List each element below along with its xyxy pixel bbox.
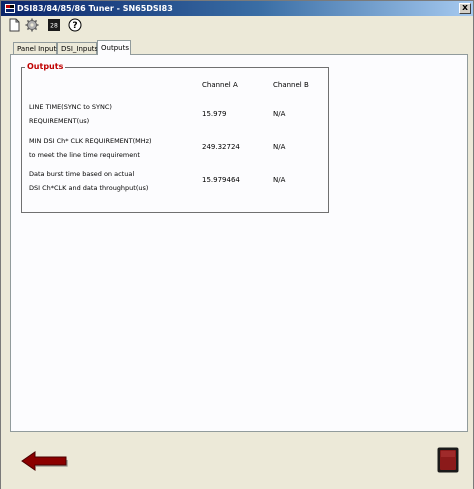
value-line-time-channel-a: 15.979 <box>202 110 227 118</box>
close-button[interactable]: x <box>459 3 471 14</box>
tab-panel: Outputs Channel A Channel B LINE TIME(SY… <box>10 54 468 432</box>
row-label-line-1: MIN DSI Ch* CLK REQUIREMENT(MHz) <box>29 137 152 145</box>
toolbar: 28 ? <box>1 16 473 34</box>
value-line-time-channel-b: N/A <box>273 110 286 118</box>
value-data-burst-time-channel-a: 15.979464 <box>202 176 240 184</box>
column-header-channel-a: Channel A <box>202 81 238 89</box>
bottom-bar <box>1 433 473 489</box>
app-window: DSI83/84/85/86 Tuner - SN65DSI83 x 28 ? <box>0 0 474 489</box>
row-label-line-1: LINE TIME(SYNC to SYNC) <box>29 103 112 111</box>
chip-icon[interactable]: 28 <box>47 18 61 32</box>
tab-outputs[interactable]: Outputs <box>97 40 131 55</box>
new-document-icon[interactable] <box>7 18 21 32</box>
title-bar[interactable]: DSI83/84/85/86 Tuner - SN65DSI83 x <box>1 1 473 16</box>
column-header-channel-b: Channel B <box>273 81 309 89</box>
help-icon-text: ? <box>72 21 77 31</box>
window-title: DSI83/84/85/86 Tuner - SN65DSI83 <box>17 4 173 13</box>
app-icon <box>5 4 15 13</box>
row-label-line-2: DSI Ch*CLK and data throughput(us) <box>29 184 149 192</box>
back-arrow-icon[interactable] <box>21 451 69 471</box>
row-label-line-time: LINE TIME(SYNC to SYNC) REQUIREMENT(us) <box>29 100 112 128</box>
value-min-dsi-clk-channel-a: 249.32724 <box>202 143 240 151</box>
row-label-line-2: to meet the line time requirement <box>29 151 140 159</box>
gear-icon[interactable] <box>25 18 39 32</box>
help-icon[interactable]: ? <box>68 18 82 32</box>
outputs-group-title: Outputs <box>25 62 66 72</box>
row-label-min-dsi-clk: MIN DSI Ch* CLK REQUIREMENT(MHz) to meet… <box>29 134 152 162</box>
row-label-data-burst-time: Data burst time based on actual DSI Ch*C… <box>29 167 148 195</box>
row-label-line-1: Data burst time based on actual <box>29 170 135 178</box>
exit-icon[interactable] <box>437 447 459 473</box>
value-data-burst-time-channel-b: N/A <box>273 176 286 184</box>
outputs-group: Outputs Channel A Channel B LINE TIME(SY… <box>21 62 329 213</box>
chip-icon-text: 28 <box>50 23 58 30</box>
row-label-line-2: REQUIREMENT(us) <box>29 117 90 125</box>
value-min-dsi-clk-channel-b: N/A <box>273 143 286 151</box>
